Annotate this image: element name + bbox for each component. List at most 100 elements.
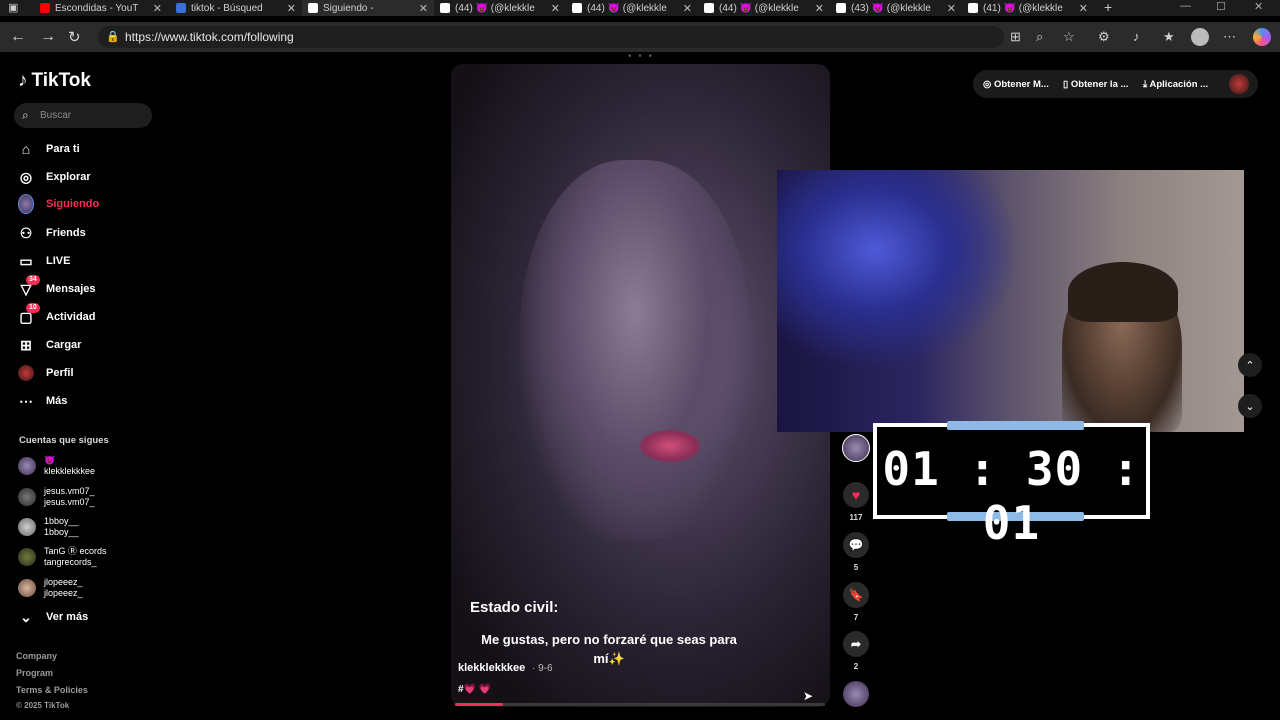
reload-icon[interactable]: ↻	[68, 28, 81, 46]
footer-company-link[interactable]: Company	[16, 651, 57, 661]
download-app-button[interactable]: ⤓ Aplicación ...	[1143, 79, 1208, 90]
share-count: 2	[853, 662, 859, 671]
video-author[interactable]: klekklekkkee	[458, 662, 525, 674]
maximize-icon[interactable]: ☐	[1216, 0, 1226, 13]
account-item[interactable]: TanG Ⓡ ecords tangrecords_	[18, 546, 107, 568]
tab-close-icon[interactable]: ✕	[815, 2, 830, 15]
nav-item-siguiendo[interactable]: Siguiendo	[18, 194, 99, 214]
upload-icon: ⊞	[20, 336, 32, 353]
minimize-icon[interactable]: —	[1180, 0, 1191, 12]
account-item[interactable]: 😈 klekklekkkee	[18, 455, 95, 477]
forward-icon[interactable]: →	[40, 28, 56, 46]
nav-item-cargar[interactable]: ⊞ Cargar	[18, 337, 81, 353]
like-count: 117	[849, 513, 863, 522]
browser-tab[interactable]: (44) 😈 (@klekkle ✕	[698, 0, 830, 16]
user-avatar[interactable]	[1229, 74, 1249, 94]
tab-close-icon[interactable]: ✕	[153, 2, 168, 15]
chevron-up-icon: ⌃	[1245, 359, 1255, 372]
activity-icon: ▢ 10	[18, 303, 40, 325]
next-video-button[interactable]: ⌄	[1238, 394, 1262, 418]
previous-video-button[interactable]: ⌃	[1238, 353, 1262, 377]
video-progress-bar[interactable]	[455, 703, 825, 706]
nav-item-actividad[interactable]: ▢ 10 Actividad	[18, 303, 96, 325]
like-button[interactable]: ♥ 117	[841, 482, 871, 522]
author-avatar	[842, 434, 870, 462]
tab-close-icon[interactable]: ✕	[551, 2, 566, 15]
profile-avatar-icon[interactable]	[1191, 28, 1209, 46]
get-app-button[interactable]: ▯ Obtener la ...	[1063, 79, 1128, 90]
tab-title: tiktok - Búsqued	[191, 2, 263, 14]
nav-item-mensajes[interactable]: ▽ 34 Mensajes	[18, 275, 96, 297]
tab-title: Siguiendo -	[323, 2, 374, 14]
nav-item-friends[interactable]: ⚇ Friends	[18, 225, 86, 241]
tab-close-icon[interactable]: ✕	[683, 2, 698, 15]
account-avatar	[18, 488, 36, 506]
compass-icon: ◎	[19, 168, 33, 185]
friends-icon: ⚇	[19, 224, 33, 241]
sound-avatar-button[interactable]	[841, 681, 871, 712]
tab-close-icon[interactable]: ✕	[419, 2, 434, 15]
activity-badge: 10	[26, 303, 40, 313]
mouse-cursor-icon: ➤	[803, 689, 814, 703]
footer-terms-link[interactable]: Terms & Policies	[16, 685, 88, 695]
video-hashtags[interactable]: #💗 💗	[458, 684, 491, 695]
tab-title: (44) 😈 (@klekkle	[455, 2, 535, 14]
more-options-icon[interactable]: ⋯	[1223, 29, 1236, 45]
search-input[interactable]	[14, 103, 152, 128]
sound-disc-icon	[843, 681, 869, 707]
tiktok-logo[interactable]: ♪ TikTok	[18, 70, 91, 92]
see-more-button[interactable]: ⌄ Ver más	[18, 609, 88, 625]
favorite-star-icon[interactable]: ☆	[1063, 29, 1075, 45]
nav-item-perfil[interactable]: Perfil	[18, 365, 74, 381]
tab-favicon-icon	[440, 3, 450, 13]
footer-program-link[interactable]: Program	[16, 668, 53, 678]
nav-item-para-ti[interactable]: ⌂ Para ti	[18, 141, 80, 157]
nav-item-explorar[interactable]: ◎ Explorar	[18, 169, 91, 185]
get-coins-button[interactable]: ◎ Obtener M...	[983, 79, 1049, 90]
account-item[interactable]: 1bboy__ 1bboy__	[18, 516, 79, 538]
comment-button[interactable]: 💬 5	[841, 532, 871, 572]
author-avatar-button[interactable]	[841, 434, 871, 467]
site-info-icon[interactable]: 🔒	[106, 30, 120, 43]
extensions-icon[interactable]: ⚙	[1098, 29, 1110, 45]
account-avatar	[18, 518, 36, 536]
video-date: · 9-6	[532, 663, 553, 674]
tab-title: (44) 😈 (@klekkle	[587, 2, 667, 14]
browser-tab[interactable]: Escondidas - YouT ✕	[34, 0, 168, 16]
share-button[interactable]: ➦ 2	[841, 631, 871, 671]
messages-badge: 34	[26, 275, 40, 285]
browser-tab[interactable]: tiktok - Búsqued ✕	[170, 0, 302, 16]
account-item[interactable]: jlopeeez_ jlopeeez_	[18, 577, 83, 599]
save-button[interactable]: 🔖 7	[841, 582, 871, 622]
timer-value: 01 : 30 : 01	[882, 442, 1141, 550]
tab-close-icon[interactable]: ✕	[287, 2, 302, 15]
browser-tab[interactable]: Siguiendo - ✕	[302, 0, 434, 16]
share-icon: ➦	[843, 631, 869, 657]
zoom-icon[interactable]: ⌕	[1036, 29, 1043, 45]
window-menu-icon[interactable]: ▣	[8, 1, 18, 14]
new-tab-button[interactable]: +	[1104, 0, 1112, 15]
tab-favicon-icon	[308, 3, 318, 13]
phone-icon: ▯	[1063, 79, 1071, 90]
tab-close-icon[interactable]: ✕	[1079, 2, 1094, 15]
video-progress-fill	[455, 703, 504, 706]
account-avatar	[18, 579, 36, 597]
browser-tab[interactable]: (41) 😈 (@klekkle ✕	[962, 0, 1094, 16]
browser-tab[interactable]: (44) 😈 (@klekkle ✕	[434, 0, 566, 16]
app-grid-icon[interactable]: ⊞	[1010, 29, 1021, 45]
more-icon: ⋯	[19, 392, 33, 409]
browser-essentials-icon[interactable]: ♪	[1133, 29, 1140, 44]
following-accounts-title: Cuentas que sigues	[19, 435, 109, 446]
close-window-icon[interactable]: ✕	[1254, 0, 1263, 13]
account-item[interactable]: jesus.vm07_ jesus.vm07_	[18, 486, 95, 508]
nav-item-mas[interactable]: ⋯ Más	[18, 393, 67, 409]
browser-tab[interactable]: (44) 😈 (@klekkle ✕	[566, 0, 698, 16]
tab-close-icon[interactable]: ✕	[947, 2, 962, 15]
browser-tab[interactable]: (43) 😈 (@klekkle ✕	[830, 0, 962, 16]
copilot-icon[interactable]	[1253, 28, 1271, 46]
back-icon[interactable]: ←	[10, 28, 26, 46]
tab-title: (43) 😈 (@klekkle	[851, 2, 931, 14]
nav-item-live[interactable]: ▭ LIVE	[18, 253, 70, 269]
comment-icon: 💬	[843, 532, 869, 558]
favorites-icon[interactable]: ★	[1163, 29, 1175, 45]
